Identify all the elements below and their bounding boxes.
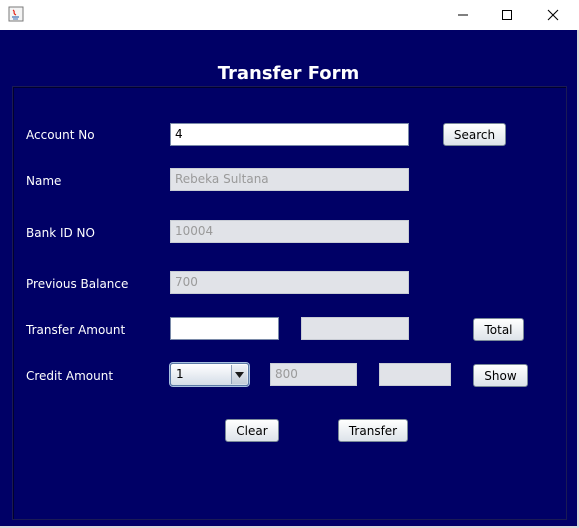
maximize-icon[interactable] (484, 0, 530, 30)
previous-balance-label: Previous Balance (26, 277, 129, 291)
credit-result-field (379, 363, 451, 386)
transfer-amount-input[interactable] (170, 317, 279, 340)
bank-id-field: 10004 (170, 220, 409, 243)
previous-balance-field: 700 (170, 271, 409, 294)
total-button[interactable]: Total (473, 318, 524, 341)
transfer-button[interactable]: Transfer (338, 419, 408, 442)
account-no-label: Account No (26, 128, 95, 142)
close-icon[interactable] (530, 0, 576, 30)
name-label: Name (26, 174, 62, 188)
credit-value-field: 800 (270, 363, 357, 386)
credit-amount-label: Credit Amount (26, 369, 114, 383)
transfer-total-field (301, 317, 409, 340)
credit-amount-selected: 1 (176, 367, 184, 381)
clear-button[interactable]: Clear (225, 419, 279, 442)
show-button[interactable]: Show (473, 364, 528, 387)
search-button[interactable]: Search (443, 123, 506, 146)
form-panel: Transfer Form Account No 4 Search Name R… (0, 30, 579, 528)
name-field: Rebeka Sultana (170, 168, 409, 191)
account-no-input[interactable]: 4 (170, 123, 409, 146)
java-app-icon (8, 6, 24, 22)
credit-amount-select[interactable]: 1 (170, 363, 249, 386)
transfer-amount-label: Transfer Amount (26, 323, 126, 337)
etched-border (12, 86, 567, 520)
bank-id-label: Bank ID NO (26, 226, 95, 240)
title-bar (0, 0, 579, 30)
minimize-icon[interactable] (440, 0, 486, 30)
chevron-down-icon[interactable] (231, 365, 247, 384)
form-title: Transfer Form (217, 63, 360, 84)
